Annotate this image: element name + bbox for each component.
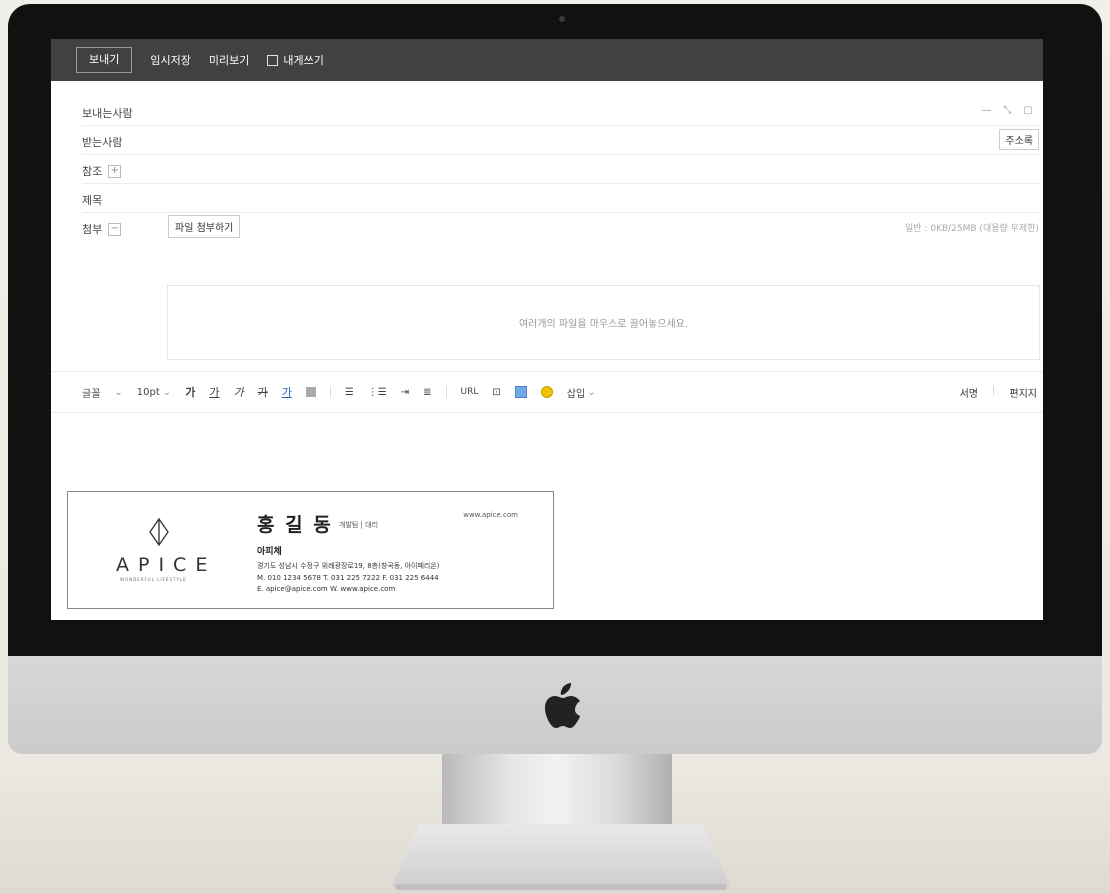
recipient-label: 받는사람 — [82, 136, 123, 149]
popout-icon[interactable]: ▢ — [1024, 105, 1033, 116]
align-icon[interactable]: ☰ — [345, 387, 354, 398]
insert-menu[interactable]: 삽입 ⌄ — [567, 385, 596, 400]
monitor-stand-foot — [392, 824, 730, 886]
underline-button[interactable]: 가 — [209, 384, 219, 400]
cc-expand-icon[interactable]: + — [108, 164, 122, 178]
signature-button[interactable]: 서명 — [960, 385, 978, 400]
image-icon[interactable]: ⊡ — [492, 387, 500, 398]
attachment-quota: 일반 : 0KB/25MB (대용량 무제한) — [905, 224, 1039, 234]
attach-label-group: 첨부 − — [82, 221, 122, 237]
toolbar-divider: | — [992, 385, 996, 396]
send-to-self-toggle[interactable]: 내게쓰기 — [267, 52, 324, 68]
cc-label: 참조 — [82, 165, 103, 178]
email-signature: APICE WONDERFUL LIFESTYLE 홍 길 동 개발팀 | 대리… — [67, 491, 554, 609]
apice-logo-text: APICE — [116, 554, 217, 576]
attach-collapse-icon[interactable]: − — [108, 222, 122, 236]
apice-tagline: WONDERFUL LIFESTYLE — [120, 577, 187, 582]
signature-company: 아피체 — [257, 547, 282, 557]
editor-toolbar: 글꼴 ⌄ 10pt ⌄ 가 가 가 가 가 ☰ ⋮☰ ⇥ ≣ URL ⊡ 삽입 — [51, 371, 1043, 413]
signature-phones: M. 010 1234 5678 T. 031 225 7222 F. 031 … — [257, 574, 439, 582]
attach-label: 첨부 — [82, 223, 103, 236]
signature-title: 개발팀 | 대리 — [339, 521, 379, 529]
recipient-row: 받는사람 주소록 — [82, 126, 1039, 155]
preview-button[interactable]: 미리보기 — [209, 52, 249, 68]
numbered-list-icon[interactable]: ⋮☰ — [368, 387, 387, 398]
chevron-down-icon: ⌄ — [162, 386, 172, 398]
mail-compose-screen: 보내기 임시저장 미리보기 내게쓰기 보내는사람 — ⤡ ▢ 받는사람 주소록 … — [51, 39, 1043, 620]
indent-icon[interactable]: ⇥ — [401, 387, 409, 398]
signature-name: 홍 길 동 — [257, 514, 333, 536]
cc-row: 참조 + — [82, 155, 1039, 184]
checkbox-icon[interactable] — [267, 54, 279, 66]
monitor-stand-base — [395, 884, 727, 890]
stationery-button[interactable]: 편지지 — [1009, 385, 1037, 400]
text-color-button[interactable]: 가 — [282, 384, 292, 400]
font-select-label: 글꼴 — [82, 388, 101, 400]
window-controls: — ⤡ ▢ — [982, 105, 1033, 116]
signature-contact: E. apice@apice.com W. www.apice.com — [257, 585, 396, 593]
highlight-icon[interactable] — [305, 387, 316, 397]
font-size-select[interactable]: 10pt ⌄ — [137, 387, 171, 398]
subject-row: 제목 — [82, 184, 1039, 213]
bold-button[interactable]: 가 — [185, 384, 195, 400]
cc-label-group: 참조 + — [82, 163, 122, 179]
signature-address: 경기도 성남시 수정구 위례광장로19, 8층(창곡동, 아이페리온) — [257, 562, 440, 570]
insert-label: 삽입 — [566, 388, 586, 400]
font-size-label: 10pt — [136, 386, 160, 398]
strikethrough-button[interactable]: 가 — [258, 384, 268, 400]
minimize-icon[interactable]: — — [982, 105, 992, 116]
subject-label: 제목 — [82, 194, 103, 207]
italic-button[interactable]: 가 — [233, 384, 243, 400]
attach-file-button[interactable]: 파일 첨부하기 — [168, 215, 241, 238]
file-dropzone[interactable]: 여러개의 파일을 마우스로 끌어놓으세요. — [167, 285, 1040, 360]
signature-website: www.apice.com — [463, 511, 518, 519]
send-to-self-label: 내게쓰기 — [283, 54, 324, 67]
chevron-down-icon: ⌄ — [587, 386, 596, 398]
compose-toolbar: 보내기 임시저장 미리보기 내게쓰기 — [51, 39, 1043, 81]
url-button[interactable]: URL — [461, 387, 479, 397]
chevron-down-icon: ⌄ — [114, 386, 123, 398]
send-button[interactable]: 보내기 — [76, 47, 133, 73]
emoticon-icon[interactable] — [540, 386, 553, 398]
save-draft-button[interactable]: 임시저장 — [150, 52, 190, 68]
attachment-row: 첨부 − 파일 첨부하기 일반 : 0KB/25MB (대용량 무제한) — [82, 213, 1039, 241]
sender-row: 보내는사람 — ⤡ ▢ — [82, 97, 1039, 126]
font-select[interactable]: 글꼴 ⌄ — [82, 385, 123, 400]
editor-right-tools: 서명 | 편지지 — [960, 385, 1037, 400]
address-book-button[interactable]: 주소록 — [999, 129, 1039, 150]
apice-logo-icon — [149, 518, 169, 546]
toolbar-divider — [329, 386, 331, 398]
table-icon[interactable] — [514, 386, 527, 398]
toolbar-divider — [445, 386, 447, 398]
camera-dot — [559, 16, 565, 22]
line-spacing-icon[interactable]: ≣ — [423, 387, 431, 398]
collapse-icon[interactable]: ⤡ — [1004, 105, 1012, 116]
monitor-stand-neck — [442, 754, 672, 824]
sender-label: 보내는사람 — [82, 107, 133, 120]
apple-logo-icon — [545, 683, 580, 728]
